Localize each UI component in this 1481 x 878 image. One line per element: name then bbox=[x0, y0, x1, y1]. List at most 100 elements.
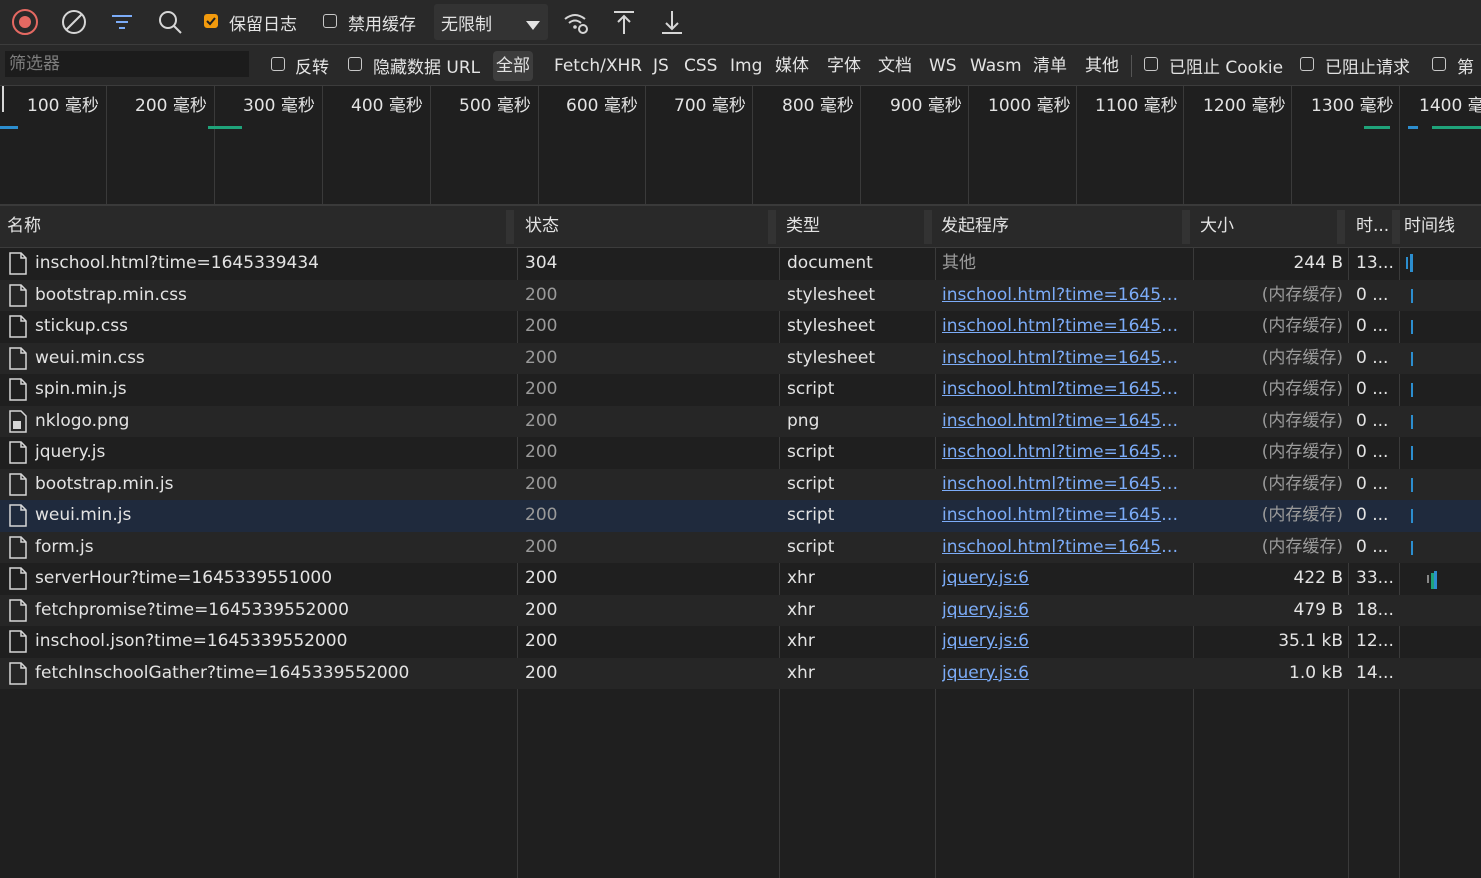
table-row[interactable]: inschool.json?time=1645339552000 200 xhr jq… bbox=[0, 626, 1481, 658]
table-row[interactable]: bootstrap.min.css 200 stylesheet inschool.h… bbox=[0, 279, 1481, 312]
request-name[interactable]: stickup.css bbox=[35, 311, 505, 343]
type-filter-js[interactable]: JS bbox=[650, 51, 672, 81]
column-resize-handle[interactable] bbox=[506, 210, 514, 244]
column-header-time[interactable]: 时... bbox=[1356, 206, 1389, 247]
third-party-checkbox[interactable] bbox=[1432, 57, 1446, 71]
table-row[interactable]: weui.min.css 200 stylesheet inschool.html?t… bbox=[0, 342, 1481, 375]
initiator-link[interactable]: jquery.js:6 bbox=[942, 563, 1187, 595]
hide-data-urls-checkbox[interactable] bbox=[348, 57, 362, 71]
blocked-requests-label[interactable]: 已阻止请求 bbox=[1325, 53, 1410, 78]
table-row[interactable]: fetchpromise?time=1645339552000 200 xhr jqu… bbox=[0, 594, 1481, 627]
column-resize-handle[interactable] bbox=[1337, 210, 1345, 244]
initiator-link[interactable]: inschool.html?time=1645339... bbox=[942, 500, 1187, 532]
type-filter-fetch-xhr[interactable]: Fetch/XHR bbox=[551, 51, 645, 81]
column-resize-handle[interactable] bbox=[924, 210, 932, 244]
tick-label: 1400 毫 bbox=[1419, 96, 1481, 116]
request-name[interactable]: nklogo.png bbox=[35, 406, 505, 438]
column-header-type[interactable]: 类型 bbox=[786, 206, 820, 247]
wifi-gear-icon[interactable] bbox=[562, 8, 590, 36]
table-row[interactable]: weui.min.js 200 script inschool.html?time=1… bbox=[0, 500, 1481, 532]
initiator-link[interactable]: inschool.html?time=1645339... bbox=[942, 280, 1187, 312]
third-party-label[interactable]: 第 bbox=[1457, 53, 1474, 78]
blocked-cookies-label[interactable]: 已阻止 Cookie bbox=[1169, 53, 1283, 78]
blocked-requests-checkbox[interactable] bbox=[1300, 57, 1314, 71]
request-name[interactable]: serverHour?time=1645339551000 bbox=[35, 563, 505, 595]
table-row[interactable]: fetchInschoolGather?time=1645339552000 20… bbox=[0, 657, 1481, 690]
request-name[interactable]: weui.min.css bbox=[35, 343, 505, 375]
tick-label: 200 毫秒 bbox=[135, 96, 207, 116]
column-header-waterfall[interactable]: 时间线 bbox=[1404, 206, 1455, 247]
filter-icon[interactable] bbox=[108, 8, 136, 36]
column-header-status[interactable]: 状态 bbox=[525, 206, 559, 247]
initiator-link[interactable]: inschool.html?time=1645339... bbox=[942, 406, 1187, 438]
disable-cache-checkbox[interactable] bbox=[323, 14, 337, 28]
table-row[interactable]: inschool.html?time=1645339434 304 document… bbox=[0, 248, 1481, 280]
initiator-link[interactable]: inschool.html?time=1645339... bbox=[942, 374, 1187, 406]
request-name[interactable]: bootstrap.min.js bbox=[35, 469, 505, 501]
initiator-link[interactable]: jquery.js:6 bbox=[942, 626, 1187, 658]
initiator-link[interactable]: inschool.html?time=1645339... bbox=[942, 437, 1187, 469]
tick-label: 600 毫秒 bbox=[566, 96, 638, 116]
preserve-log-label[interactable]: 保留日志 bbox=[229, 10, 297, 35]
request-name[interactable]: jquery.js bbox=[35, 437, 505, 469]
request-name[interactable]: fetchpromise?time=1645339552000 bbox=[35, 595, 505, 627]
search-icon[interactable] bbox=[156, 8, 184, 36]
column-header-initiator[interactable]: 发起程序 bbox=[941, 206, 1009, 247]
type-filter-wasm[interactable]: Wasm bbox=[967, 51, 1025, 81]
request-type: xhr bbox=[787, 662, 815, 683]
initiator-link[interactable]: jquery.js:6 bbox=[942, 595, 1187, 627]
table-row[interactable]: serverHour?time=1645339551000 200 xhr jquer… bbox=[0, 563, 1481, 595]
table-row[interactable]: nklogo.png 200 png inschool.html?time=16453… bbox=[0, 405, 1481, 438]
invert-checkbox[interactable] bbox=[271, 57, 285, 71]
type-filter-media[interactable]: 媒体 bbox=[772, 51, 812, 81]
request-type: xhr bbox=[787, 568, 815, 588]
type-filter-manifest[interactable]: 清单 bbox=[1030, 51, 1070, 81]
type-filter-ws[interactable]: WS bbox=[926, 51, 960, 81]
disable-cache-label[interactable]: 禁用缓存 bbox=[348, 10, 416, 35]
blocked-cookies-checkbox[interactable] bbox=[1144, 57, 1158, 71]
waterfall-bar bbox=[1411, 540, 1413, 555]
type-filter-other[interactable]: 其他 bbox=[1082, 51, 1122, 81]
request-name[interactable]: bootstrap.min.css bbox=[35, 280, 505, 312]
table-row[interactable]: bootstrap.min.js 200 script inschool.html?t… bbox=[0, 468, 1481, 501]
throttle-select[interactable]: 无限制 bbox=[434, 4, 548, 40]
column-header-name[interactable]: 名称 bbox=[7, 206, 41, 247]
initiator-link[interactable]: inschool.html?time=1645339... bbox=[942, 469, 1187, 501]
request-name[interactable]: inschool.json?time=1645339552000 bbox=[35, 626, 505, 658]
type-filter-doc[interactable]: 文档 bbox=[875, 51, 915, 81]
invert-label[interactable]: 反转 bbox=[295, 53, 329, 78]
column-header-size[interactable]: 大小 bbox=[1200, 206, 1234, 247]
request-name[interactable]: weui.min.js bbox=[35, 500, 505, 532]
request-name[interactable]: spin.min.js bbox=[35, 374, 505, 406]
table-row[interactable]: jquery.js 200 script inschool.html?time=164… bbox=[0, 437, 1481, 469]
download-icon[interactable] bbox=[658, 8, 686, 36]
clear-icon[interactable] bbox=[60, 8, 88, 36]
request-time: 0 ... bbox=[1356, 473, 1389, 494]
preserve-log-checkbox[interactable] bbox=[204, 14, 218, 28]
request-name[interactable]: inschool.html?time=1645339434 bbox=[35, 248, 505, 280]
initiator-link[interactable]: inschool.html?time=1645339... bbox=[942, 343, 1187, 375]
type-filter-all[interactable]: 全部 bbox=[493, 51, 533, 81]
type-filter-css[interactable]: CSS bbox=[681, 51, 720, 81]
table-row[interactable]: stickup.css 200 stylesheet inschool.html?ti… bbox=[0, 311, 1481, 343]
initiator-link[interactable]: inschool.html?time=1645339... bbox=[942, 532, 1187, 564]
request-table: 名称 状态 类型 发起程序 大小 时... 时间线 inschool.html?… bbox=[0, 206, 1481, 878]
initiator-link[interactable]: inschool.html?time=1645339... bbox=[942, 311, 1187, 343]
overview-timeline[interactable]: 100 毫秒 200 毫秒 300 毫秒 400 毫秒 500 毫秒 600 毫… bbox=[0, 86, 1481, 206]
request-name[interactable]: fetchInschoolGather?time=1645339552000 bbox=[35, 658, 505, 690]
initiator-link[interactable]: jquery.js:6 bbox=[942, 658, 1187, 690]
type-filter-font[interactable]: 字体 bbox=[824, 51, 864, 81]
waterfall-bar bbox=[1406, 257, 1408, 269]
type-filter-img[interactable]: Img bbox=[727, 51, 765, 81]
column-resize-handle[interactable] bbox=[1392, 210, 1400, 244]
record-stop-icon[interactable] bbox=[11, 8, 39, 36]
column-resize-handle[interactable] bbox=[1182, 210, 1190, 244]
hide-data-urls-label[interactable]: 隐藏数据 URL bbox=[373, 53, 480, 78]
request-name[interactable]: form.js bbox=[35, 532, 505, 564]
table-row[interactable]: form.js 200 script inschool.html?time=16453… bbox=[0, 531, 1481, 564]
table-row[interactable]: spin.min.js 200 script inschool.html?time=1… bbox=[0, 374, 1481, 406]
filter-input[interactable] bbox=[5, 51, 249, 77]
waterfall-bar bbox=[1411, 446, 1413, 460]
column-resize-handle[interactable] bbox=[768, 210, 776, 244]
upload-icon[interactable] bbox=[610, 8, 638, 36]
